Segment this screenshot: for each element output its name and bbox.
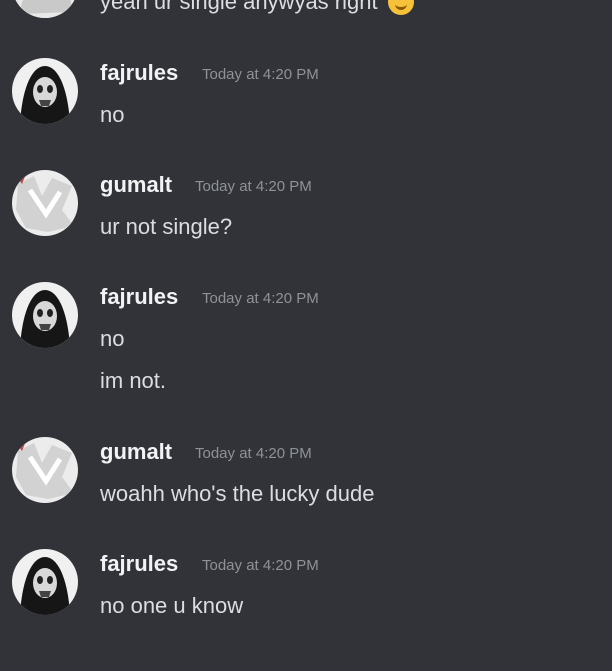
- thinking-emoji-icon: [387, 0, 414, 15]
- timestamp: Today at 4:20 PM: [202, 66, 319, 83]
- message-text: ur not single?: [100, 214, 233, 239]
- timestamp: Today at 4:20 PM: [202, 290, 319, 307]
- white-avatar-icon[interactable]: [12, 437, 78, 503]
- username[interactable]: fajrules: [100, 284, 178, 310]
- message-text: woahh who's the lucky dude: [100, 481, 375, 506]
- timestamp: Today at 4:20 PM: [202, 557, 319, 574]
- timestamp: Today at 4:20 PM: [195, 178, 312, 195]
- chat-log: yeah ur single anywyas right fajrules To…: [0, 0, 612, 671]
- username[interactable]: gumalt: [100, 439, 172, 465]
- username[interactable]: fajrules: [100, 60, 178, 86]
- message-text: im not.: [100, 368, 167, 393]
- dark-avatar-icon[interactable]: [12, 282, 78, 348]
- message-text: yeah ur single anywyas right: [100, 0, 378, 14]
- username[interactable]: gumalt: [100, 172, 172, 198]
- timestamp: Today at 4:20 PM: [195, 445, 312, 462]
- dark-avatar-icon[interactable]: [12, 58, 78, 124]
- message-text: no: [100, 326, 125, 351]
- partial-message: yeah ur single anywyas right: [100, 0, 414, 15]
- avatar[interactable]: [12, 0, 78, 18]
- white-avatar-icon[interactable]: [12, 170, 78, 236]
- message-text: no: [100, 102, 125, 127]
- username[interactable]: fajrules: [100, 551, 178, 577]
- dark-avatar-icon[interactable]: [12, 549, 78, 615]
- message-text: no one u know: [100, 593, 244, 618]
